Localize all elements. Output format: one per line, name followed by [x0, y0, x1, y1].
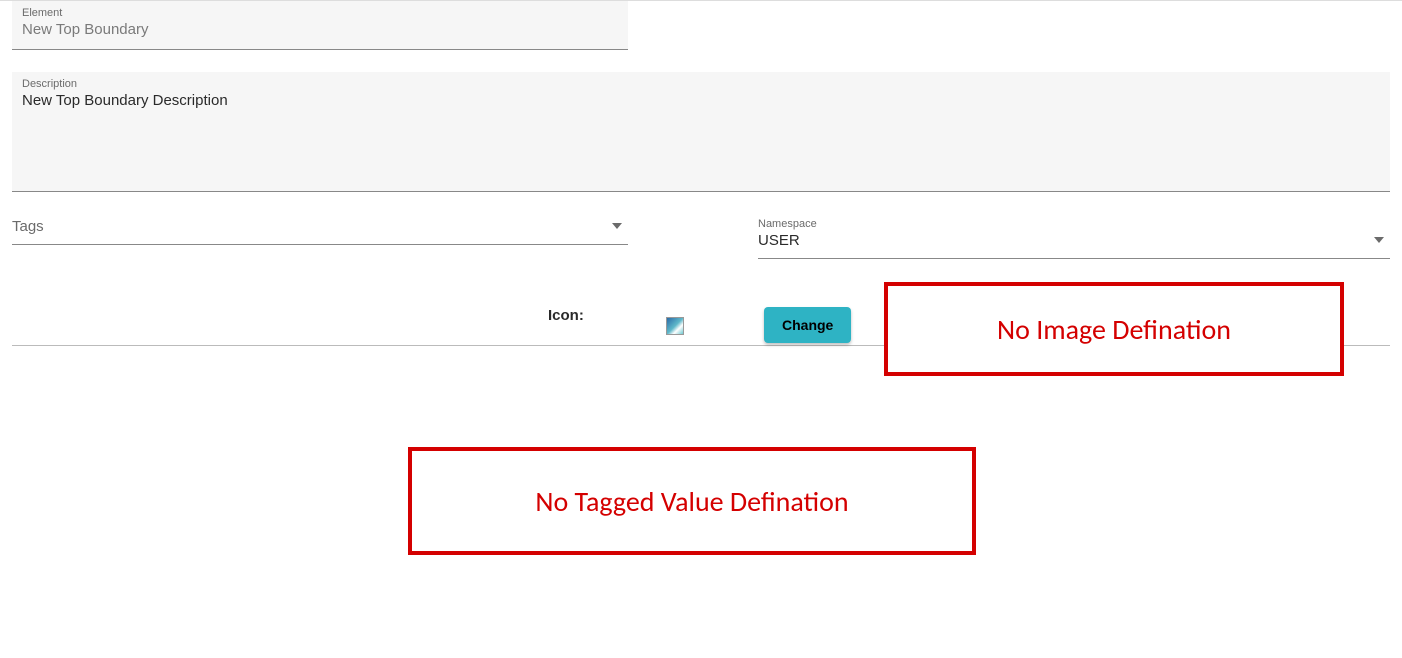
- icon-preview: [666, 317, 684, 335]
- element-label: Element: [22, 7, 618, 19]
- annotation-no-image: No Image Defination: [884, 282, 1344, 376]
- namespace-select[interactable]: Namespace USER: [758, 212, 1390, 259]
- description-label: Description: [22, 78, 1380, 90]
- element-value: New Top Boundary: [22, 21, 148, 38]
- annotation-no-tagged-value-text: No Tagged Value Defination: [535, 484, 848, 519]
- annotation-no-image-text: No Image Defination: [997, 312, 1231, 347]
- tags-select[interactable]: Tags: [12, 212, 628, 245]
- change-icon-button[interactable]: Change: [764, 307, 851, 343]
- icon-label: Icon:: [548, 307, 584, 324]
- namespace-value: USER: [758, 232, 800, 249]
- element-field[interactable]: Element New Top Boundary: [12, 1, 628, 50]
- chevron-down-icon: [612, 216, 622, 234]
- tags-placeholder: Tags: [12, 218, 44, 235]
- description-value: New Top Boundary Description: [22, 92, 228, 109]
- description-field[interactable]: Description New Top Boundary Description: [12, 72, 1390, 192]
- annotation-no-tagged-value: No Tagged Value Defination: [408, 447, 976, 555]
- namespace-label: Namespace: [758, 218, 1390, 230]
- chevron-down-icon: [1374, 230, 1384, 248]
